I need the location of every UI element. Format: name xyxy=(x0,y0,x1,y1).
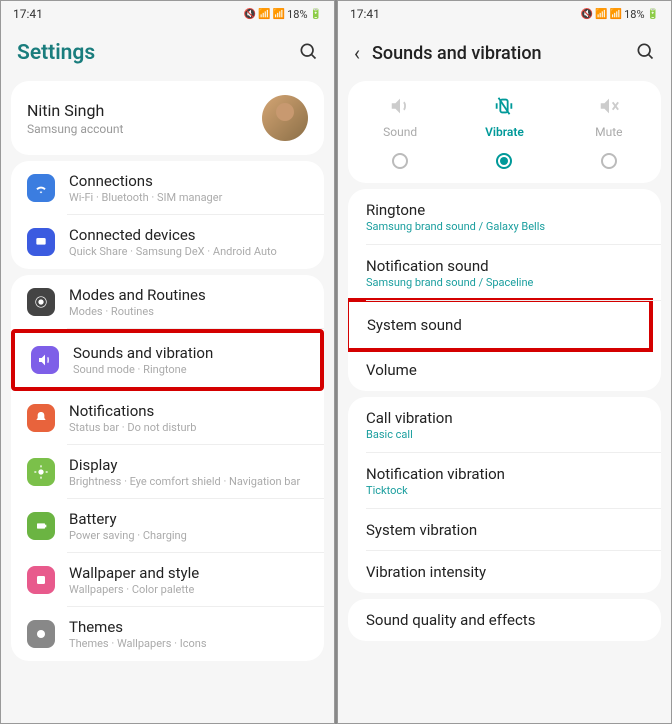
item-battery[interactable]: BatteryPower saving · Charging xyxy=(11,499,324,553)
phone-sounds: 17:41 🔇📶📶 18%🔋 ‹ Sounds and vibration So… xyxy=(337,0,672,724)
statusbar-time: 17:41 xyxy=(350,7,380,21)
item-themes[interactable]: ThemesThemes · Wallpapers · Icons xyxy=(11,607,324,661)
setting-sound-quality[interactable]: Sound quality and effects xyxy=(348,599,661,641)
wallpaper-icon xyxy=(27,566,55,594)
setting-system-sound[interactable]: System sound xyxy=(349,302,649,348)
devices-icon xyxy=(27,228,55,256)
themes-icon xyxy=(27,620,55,648)
sound-icon xyxy=(31,346,59,374)
setting-notification-vibration[interactable]: Notification vibration Ticktock xyxy=(348,453,661,509)
item-display[interactable]: DisplayBrightness · Eye comfort shield ·… xyxy=(11,445,324,499)
header: Settings xyxy=(1,27,334,75)
item-sounds[interactable]: Sounds and vibrationSound mode · Rington… xyxy=(15,333,320,387)
setting-call-vibration[interactable]: Call vibration Basic call xyxy=(348,397,661,453)
statusbar-indicators: 🔇📶📶 18%🔋 xyxy=(244,8,322,21)
item-notifications[interactable]: NotificationsStatus bar · Do not disturb xyxy=(11,391,324,445)
statusbar-indicators: 🔇📶📶 18%🔋 xyxy=(581,8,659,21)
header: ‹ Sounds and vibration xyxy=(338,27,671,75)
profile-sub: Samsung account xyxy=(27,122,123,136)
mode-sound[interactable]: Sound xyxy=(348,95,452,169)
profile-card[interactable]: Nitin Singh Samsung account xyxy=(11,81,324,155)
search-icon[interactable] xyxy=(635,41,655,65)
highlight-sounds: Sounds and vibrationSound mode · Rington… xyxy=(11,329,324,391)
battery-icon xyxy=(27,512,55,540)
item-connections[interactable]: ConnectionsWi-Fi · Bluetooth · SIM manag… xyxy=(11,161,324,215)
sound-settings-1: Ringtone Samsung brand sound / Galaxy Be… xyxy=(348,189,661,391)
statusbar-time: 17:41 xyxy=(13,7,43,21)
item-connected-devices[interactable]: Connected devicesQuick Share · Samsung D… xyxy=(11,215,324,269)
setting-system-vibration[interactable]: System vibration xyxy=(348,509,661,551)
settings-group-2: Modes and RoutinesModes · Routines Sound… xyxy=(11,275,324,661)
setting-volume[interactable]: Volume xyxy=(348,349,661,391)
statusbar: 17:41 🔇📶📶 18%🔋 xyxy=(338,1,671,27)
page-title: Settings xyxy=(17,41,95,65)
setting-notification-sound[interactable]: Notification sound Samsung brand sound /… xyxy=(348,245,661,301)
sun-icon xyxy=(27,458,55,486)
setting-vibration-intensity[interactable]: Vibration intensity xyxy=(348,551,661,593)
profile-name: Nitin Singh xyxy=(27,101,123,120)
radio-sound[interactable] xyxy=(392,153,408,169)
phone-settings: 17:41 🔇📶📶 18%🔋 Settings Nitin Singh Sams… xyxy=(0,0,335,724)
mode-mute[interactable]: Mute xyxy=(557,95,661,169)
wifi-icon xyxy=(27,174,55,202)
vibration-settings: Call vibration Basic call Notification v… xyxy=(348,397,661,593)
radio-mute[interactable] xyxy=(601,153,617,169)
settings-group-1: ConnectionsWi-Fi · Bluetooth · SIM manag… xyxy=(11,161,324,269)
modes-icon xyxy=(27,288,55,316)
item-modes[interactable]: Modes and RoutinesModes · Routines xyxy=(11,275,324,329)
highlight-system-sound: System sound xyxy=(348,298,653,352)
sound-mode-card: Sound Vibrate Mute xyxy=(348,81,661,183)
statusbar: 17:41 🔇📶📶 18%🔋 xyxy=(1,1,334,27)
search-icon[interactable] xyxy=(298,41,318,65)
bell-icon xyxy=(27,404,55,432)
item-wallpaper[interactable]: Wallpaper and styleWallpapers · Color pa… xyxy=(11,553,324,607)
avatar[interactable] xyxy=(262,95,308,141)
mode-vibrate[interactable]: Vibrate xyxy=(452,95,556,169)
back-icon[interactable]: ‹ xyxy=(354,41,360,65)
page-title: Sounds and vibration xyxy=(372,43,542,64)
setting-ringtone[interactable]: Ringtone Samsung brand sound / Galaxy Be… xyxy=(348,189,661,245)
radio-vibrate[interactable] xyxy=(496,153,512,169)
sound-quality-card: Sound quality and effects xyxy=(348,599,661,641)
